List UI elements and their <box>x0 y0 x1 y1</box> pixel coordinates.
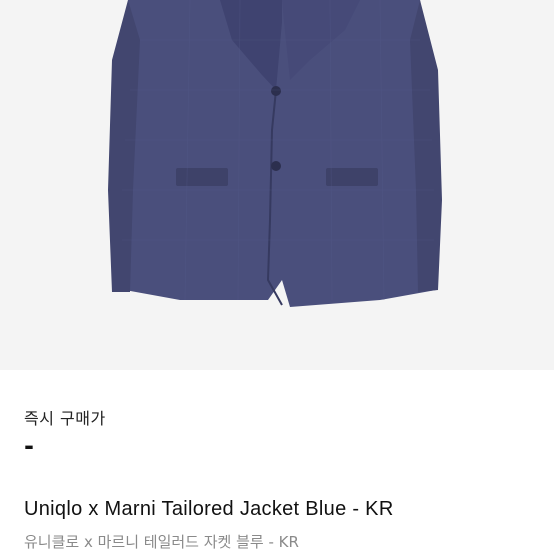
jacket-button-top <box>271 86 281 96</box>
jacket-button-bottom <box>271 161 281 171</box>
product-title: Uniqlo x Marni Tailored Jacket Blue - KR <box>24 498 394 520</box>
jacket-left-pocket <box>176 168 228 186</box>
jacket-illustration <box>108 0 442 307</box>
product-subtitle: 유니클로 x 마르니 테일러드 자켓 블루 - KR <box>24 533 299 551</box>
product-image[interactable] <box>0 0 554 370</box>
jacket-right-pocket <box>326 168 378 186</box>
price-value: - <box>24 432 34 460</box>
price-label: 즉시 구매가 <box>24 409 106 428</box>
